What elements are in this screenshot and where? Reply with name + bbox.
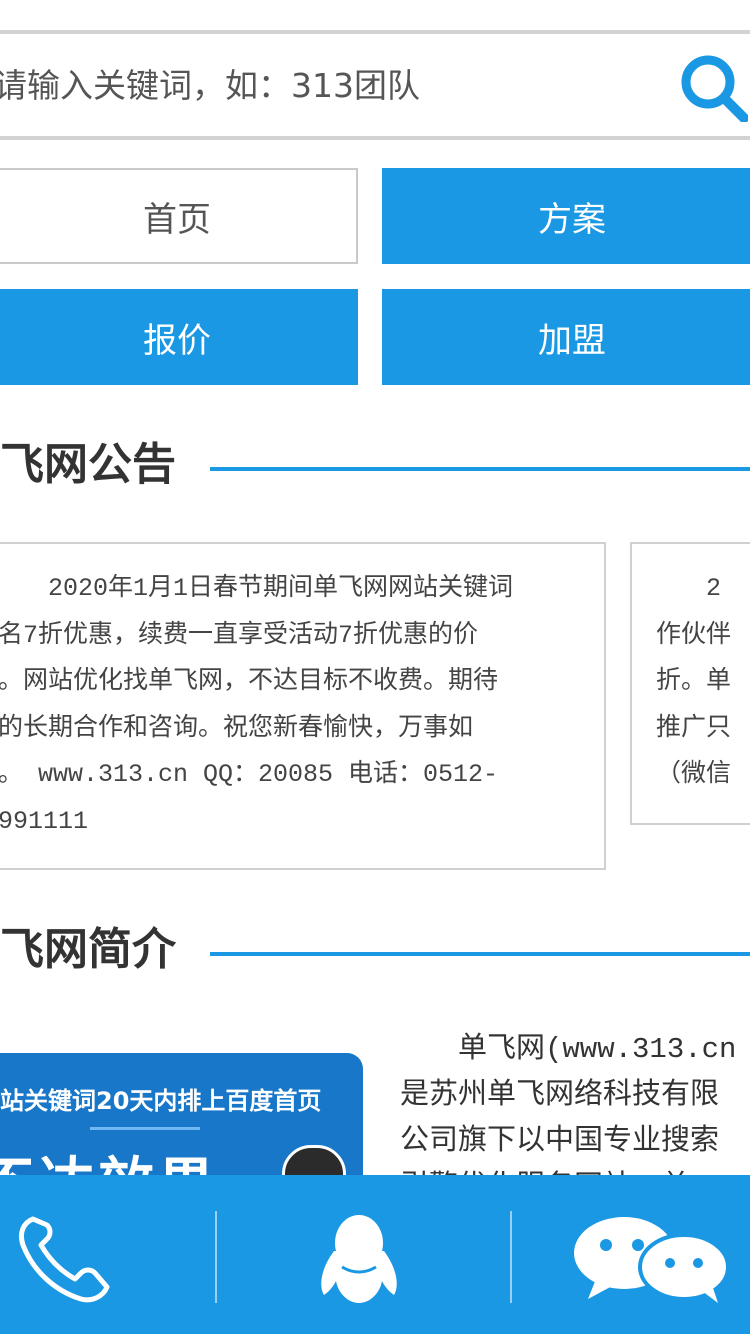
notice-card-1-text: 2020年1月1日春节期间单飞网网站关键词 名7折优惠，续费一直享受活动7折优惠… xyxy=(0,574,514,836)
search-icon[interactable] xyxy=(678,52,748,122)
nav-quote-button[interactable]: 报价 xyxy=(0,289,358,385)
nav-plan-button[interactable]: 方案 xyxy=(382,168,750,264)
phone-icon[interactable] xyxy=(15,1211,113,1303)
qq-icon[interactable] xyxy=(314,1211,404,1307)
banner-rule xyxy=(90,1127,200,1130)
intro-divider xyxy=(210,952,750,956)
search-input[interactable] xyxy=(0,34,644,136)
intro-title: 飞网简介 xyxy=(0,924,176,975)
search-bar xyxy=(0,30,750,140)
nav-join-button[interactable]: 加盟 xyxy=(382,289,750,385)
announcements-title: 飞网公告 xyxy=(0,439,176,490)
notice-card-2[interactable]: 2 作伙伴 折。单 推广只 （微信 xyxy=(630,542,750,825)
notice-card-1[interactable]: 2020年1月1日春节期间单飞网网站关键词 名7折优惠，续费一直享受活动7折优惠… xyxy=(0,542,606,870)
announcements-divider xyxy=(210,467,750,471)
notice-card-2-text: 2 作伙伴 折。单 推广只 （微信 xyxy=(656,574,732,789)
wechat-icon[interactable] xyxy=(572,1215,732,1305)
bar-divider-2 xyxy=(510,1211,512,1303)
bar-divider-1 xyxy=(215,1211,217,1303)
nav-home-button[interactable]: 首页 xyxy=(0,168,358,264)
bottom-action-bar xyxy=(0,1175,750,1334)
banner-text: 站关键词20天内排上百度首页 xyxy=(0,1087,322,1115)
